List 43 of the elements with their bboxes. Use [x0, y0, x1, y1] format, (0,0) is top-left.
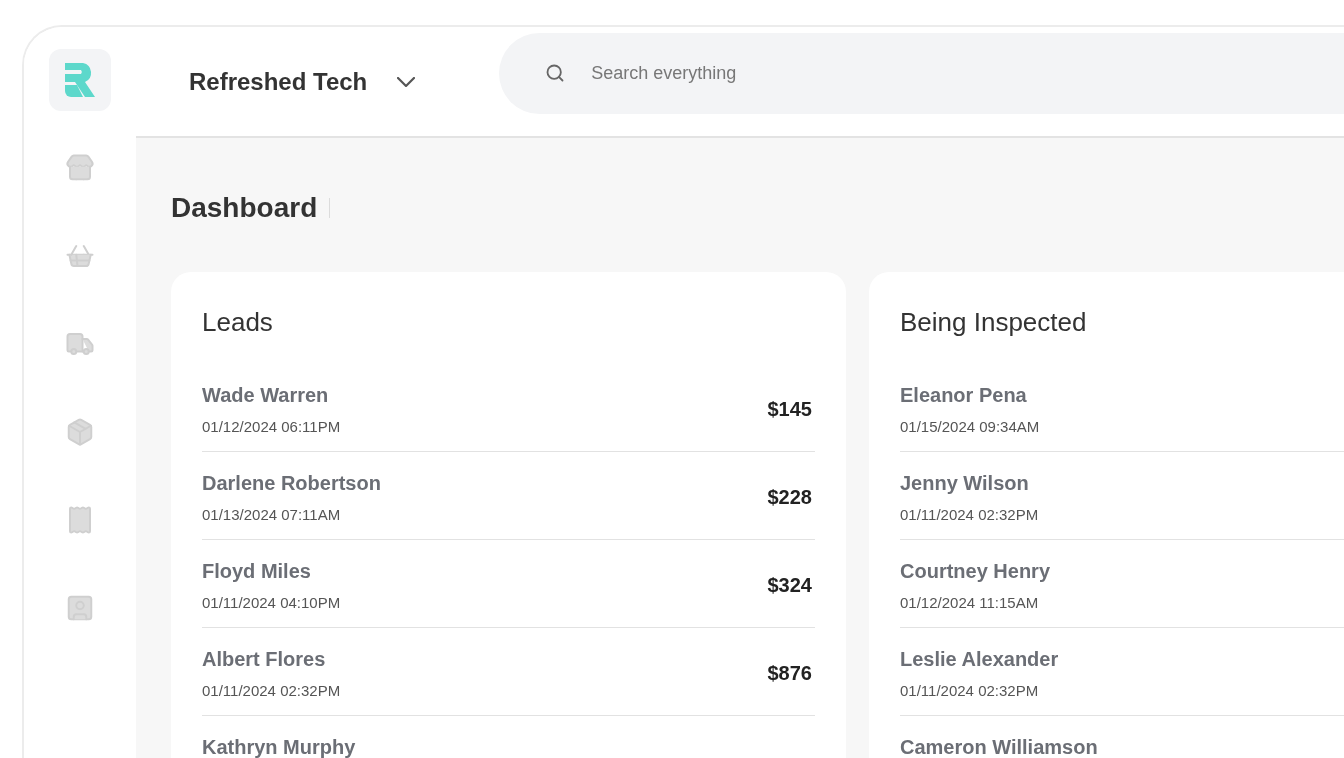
customer-name: Courtney Henry — [900, 561, 1051, 581]
customer-name: Kathryn Murphy — [202, 737, 356, 757]
row-date: 01/15/2024 09:34AM — [900, 419, 1040, 434]
row-date: 01/11/2024 04:10PM — [202, 595, 341, 610]
chevron-down-icon — [397, 76, 416, 87]
page-title: Dashboard — [171, 191, 318, 225]
search-icon — [545, 63, 566, 83]
row-date: 01/11/2024 02:32PM — [900, 507, 1039, 522]
contact-card-icon[interactable] — [65, 593, 95, 623]
lead-row[interactable]: Darlene Robertson 01/13/2024 07:11AM $228 — [202, 452, 815, 540]
row-date: 01/12/2024 06:11PM — [202, 419, 341, 434]
customer-name: Jenny Wilson — [900, 473, 1030, 493]
lead-row[interactable]: Leslie Alexander 01/11/2024 02:32PM — [900, 628, 1344, 716]
row-amount: $145 — [767, 399, 812, 419]
row-amount: $876 — [767, 663, 812, 683]
board-title: Leads — [202, 309, 274, 335]
board-title: Being Inspected — [900, 309, 1088, 335]
store-icon[interactable] — [65, 153, 95, 183]
lead-row[interactable]: Courtney Henry 01/12/2024 11:15AM — [900, 540, 1344, 628]
customer-name: Wade Warren — [202, 385, 330, 405]
customer-name: Albert Flores — [202, 649, 327, 669]
lead-row[interactable]: Eleanor Pena 01/15/2024 09:34AM — [900, 364, 1344, 452]
customer-name: Cameron Williamson — [900, 737, 1098, 757]
row-date: 01/11/2024 02:32PM — [900, 683, 1040, 698]
row-date: 01/12/2024 11:15AM — [900, 595, 1040, 610]
lead-row[interactable]: Wade Warren 01/12/2024 06:11PM $145 — [202, 364, 815, 452]
lead-row[interactable]: Jenny Wilson 01/11/2024 02:32PM — [900, 452, 1344, 540]
row-amount: $324 — [767, 575, 812, 595]
lead-row[interactable]: Albert Flores 01/11/2024 02:32PM $876 — [202, 628, 815, 716]
package-icon[interactable] — [65, 417, 95, 447]
customer-name: Eleanor Pena — [900, 385, 1028, 405]
lead-row[interactable]: Floyd Miles 01/11/2024 04:10PM $324 — [202, 540, 815, 628]
customer-name: Leslie Alexander — [900, 649, 1059, 669]
search-field[interactable]: Search everything — [499, 33, 1344, 114]
row-amount: $228 — [767, 487, 812, 507]
customer-name: Darlene Robertson — [202, 473, 381, 493]
customer-name: Floyd Miles — [202, 561, 312, 581]
row-date: 01/13/2024 07:11AM — [202, 507, 342, 522]
workspace-dropdown[interactable]: Refreshed Tech — [189, 63, 416, 100]
lead-row[interactable]: Kathryn Murphy — [202, 716, 815, 758]
row-date: 01/11/2024 02:32PM — [202, 683, 341, 698]
lead-row[interactable]: Cameron Williamson — [900, 716, 1344, 758]
app-logo[interactable] — [49, 49, 111, 111]
